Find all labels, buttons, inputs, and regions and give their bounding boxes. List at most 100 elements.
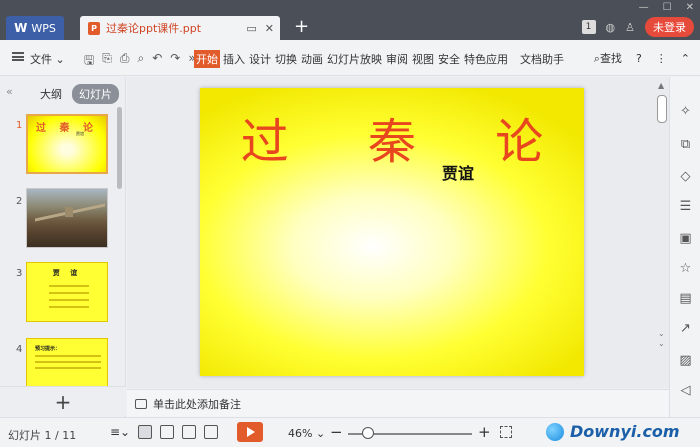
title-bar: — ☐ ✕ W WPS P 过秦论ppt课件.ppt ▭ ✕ + 1 ◍ ♙ 未… [0, 0, 700, 40]
tab-review[interactable]: 审阅 [385, 50, 409, 68]
thumbnail-number: 1 [16, 120, 23, 131]
thumbnail-title: 贾 谊 [52, 269, 82, 277]
tab-slides[interactable]: 幻灯片 [72, 84, 119, 104]
canvas-scrollbar[interactable] [657, 95, 667, 123]
shape-icon[interactable]: ◇ [678, 169, 693, 184]
search-button[interactable]: ⌕查找 [594, 50, 622, 66]
slide-thumbnail-4[interactable]: 预习提示： [26, 338, 108, 388]
skin-icon[interactable]: ◍ [606, 21, 616, 34]
file-menu-label: 文件 [30, 53, 52, 66]
notes-toggle-icon[interactable]: ≡⌄ [110, 425, 130, 439]
save-icon[interactable]: 🖫 [84, 51, 94, 72]
thumbnail-text-lines [35, 355, 101, 373]
document-tab-label: 过秦论ppt课件.ppt [106, 22, 202, 35]
watermark-logo: Downyi.com [546, 422, 680, 441]
tab-animation[interactable]: 动画 [300, 50, 324, 68]
thumbnail-subtitle: 贾谊 [76, 131, 84, 136]
tab-view[interactable]: 视图 [411, 50, 435, 68]
tab-security[interactable]: 安全 [437, 50, 461, 68]
add-slide-button[interactable]: + [0, 386, 126, 416]
ppt-file-icon: P [88, 21, 100, 35]
notes-area[interactable]: 单击此处添加备注 [127, 389, 669, 417]
settings-sliders-icon[interactable]: ☰ [678, 199, 693, 214]
globe-icon [546, 422, 564, 441]
thumbnail-number: 3 [16, 268, 23, 279]
collapse-panel-icon[interactable]: « [6, 85, 13, 98]
notes-placeholder: 单击此处添加备注 [153, 397, 241, 411]
note-icon [135, 398, 147, 409]
slide-title[interactable]: 过 秦 论 [200, 102, 584, 172]
tab-doc-assistant[interactable]: 文档助手 [519, 50, 565, 68]
slide-canvas: 过 秦 论 贾谊 ▲ ⌄ ⌄ [127, 77, 669, 388]
star-icon[interactable]: ☆ [678, 261, 693, 276]
collapse-ribbon-icon[interactable]: ⌃ [681, 52, 690, 65]
login-button[interactable]: 未登录 [645, 17, 694, 37]
thumbnail-text-lines [49, 285, 89, 313]
zoom-out-icon[interactable]: − [330, 423, 343, 441]
shirt-icon[interactable]: ♙ [625, 21, 635, 34]
wps-logo-icon: W [14, 21, 28, 35]
redo-icon[interactable]: ↷ [170, 51, 180, 72]
print-icon[interactable]: ⎙ [120, 51, 130, 72]
menu-bar: 文件 ⌄ 🖫 ⎘ ⎙ ⌕ ↶ ↷ » 开始 插入 设计 切换 动画 幻灯片放映 … [0, 40, 700, 76]
wps-tab-label: WPS [31, 21, 56, 35]
search-label: 查找 [599, 52, 622, 65]
fit-window-icon[interactable] [500, 426, 512, 438]
close-tab-icon[interactable]: ✕ [265, 22, 274, 35]
presenter-view-icon[interactable] [204, 425, 219, 439]
slide-subtitle[interactable]: 贾谊 [442, 160, 474, 184]
file-menu[interactable]: 文件 ⌄ [30, 51, 65, 67]
share-icon[interactable]: ↗ [678, 321, 693, 336]
picture-icon[interactable]: ▨ [678, 353, 693, 368]
help-icon[interactable]: ? [636, 52, 642, 65]
current-slide[interactable]: 过 秦 论 贾谊 [200, 88, 584, 376]
scroll-down-icon[interactable]: ⌄ ⌄ [658, 329, 665, 349]
slide-counter: 幻灯片 1 / 11 [8, 429, 77, 442]
tab-design[interactable]: 设计 [248, 50, 272, 68]
new-tab-icon[interactable]: + [294, 17, 309, 37]
preview-icon[interactable]: ⌕ [137, 51, 144, 72]
reading-view-icon[interactable] [182, 425, 197, 439]
minimize-icon[interactable]: — [639, 2, 649, 13]
scroll-up-icon[interactable]: ▲ [658, 81, 664, 90]
status-bar: 幻灯片 1 / 11 ≡⌄ 46% ⌄ − + Downyi.com [0, 417, 700, 447]
document-tab[interactable]: P 过秦论ppt课件.ppt ▭ ✕ [80, 16, 280, 40]
slide-thumbnail-1[interactable]: 过 秦 论 贾谊 [26, 114, 108, 174]
archive-icon[interactable]: ▤ [678, 291, 693, 306]
tab-slideshow[interactable]: 幻灯片放映 [326, 50, 383, 68]
tab-outline[interactable]: 大纲 [40, 86, 62, 102]
menu-icon[interactable] [12, 52, 24, 61]
watchtower-image [65, 207, 73, 217]
thumbnail-number: 2 [16, 196, 23, 207]
audio-icon[interactable]: ◁ [678, 383, 693, 398]
close-window-icon[interactable]: ✕ [686, 2, 694, 13]
tab-insert[interactable]: 插入 [222, 50, 246, 68]
window-count-badge[interactable]: 1 [581, 20, 596, 34]
zoom-value: 46% [288, 427, 313, 440]
zoom-level[interactable]: 46% ⌄ [288, 427, 325, 440]
slide-thumbnail-2[interactable] [26, 188, 108, 248]
ribbon-tabs: 开始 插入 设计 切换 动画 幻灯片放映 审阅 视图 安全 特色应用 文档助手 [194, 50, 565, 68]
play-slideshow-button[interactable] [237, 422, 263, 442]
sorter-view-icon[interactable] [160, 425, 175, 439]
zoom-in-icon[interactable]: + [478, 423, 491, 441]
thumbnail-number: 4 [16, 344, 23, 355]
zoom-slider-handle[interactable] [361, 427, 374, 439]
tab-home[interactable]: 开始 [194, 50, 220, 68]
image-icon[interactable]: ▣ [678, 231, 693, 246]
tab-features[interactable]: 特色应用 [463, 50, 509, 68]
pin-sidebar-icon[interactable]: ✧ [678, 104, 693, 119]
thumbnail-title: 过 秦 论 [36, 123, 98, 134]
copy-icon[interactable]: ⧉ [678, 137, 693, 152]
tab-transition[interactable]: 切换 [274, 50, 298, 68]
undo-icon[interactable]: ↶ [152, 51, 162, 72]
panel-scrollbar[interactable] [117, 107, 122, 189]
pin-icon[interactable]: ▭ [246, 22, 256, 35]
more-icon[interactable]: ⋮ [656, 52, 667, 65]
normal-view-icon[interactable] [138, 425, 153, 439]
thumbnail-title: 预习提示： [35, 346, 61, 352]
maximize-icon[interactable]: ☐ [663, 2, 672, 13]
format-painter-icon[interactable]: ⎘ [102, 51, 112, 72]
wps-home-tab[interactable]: W WPS [6, 16, 64, 40]
slide-thumbnail-3[interactable]: 贾 谊 [26, 262, 108, 322]
